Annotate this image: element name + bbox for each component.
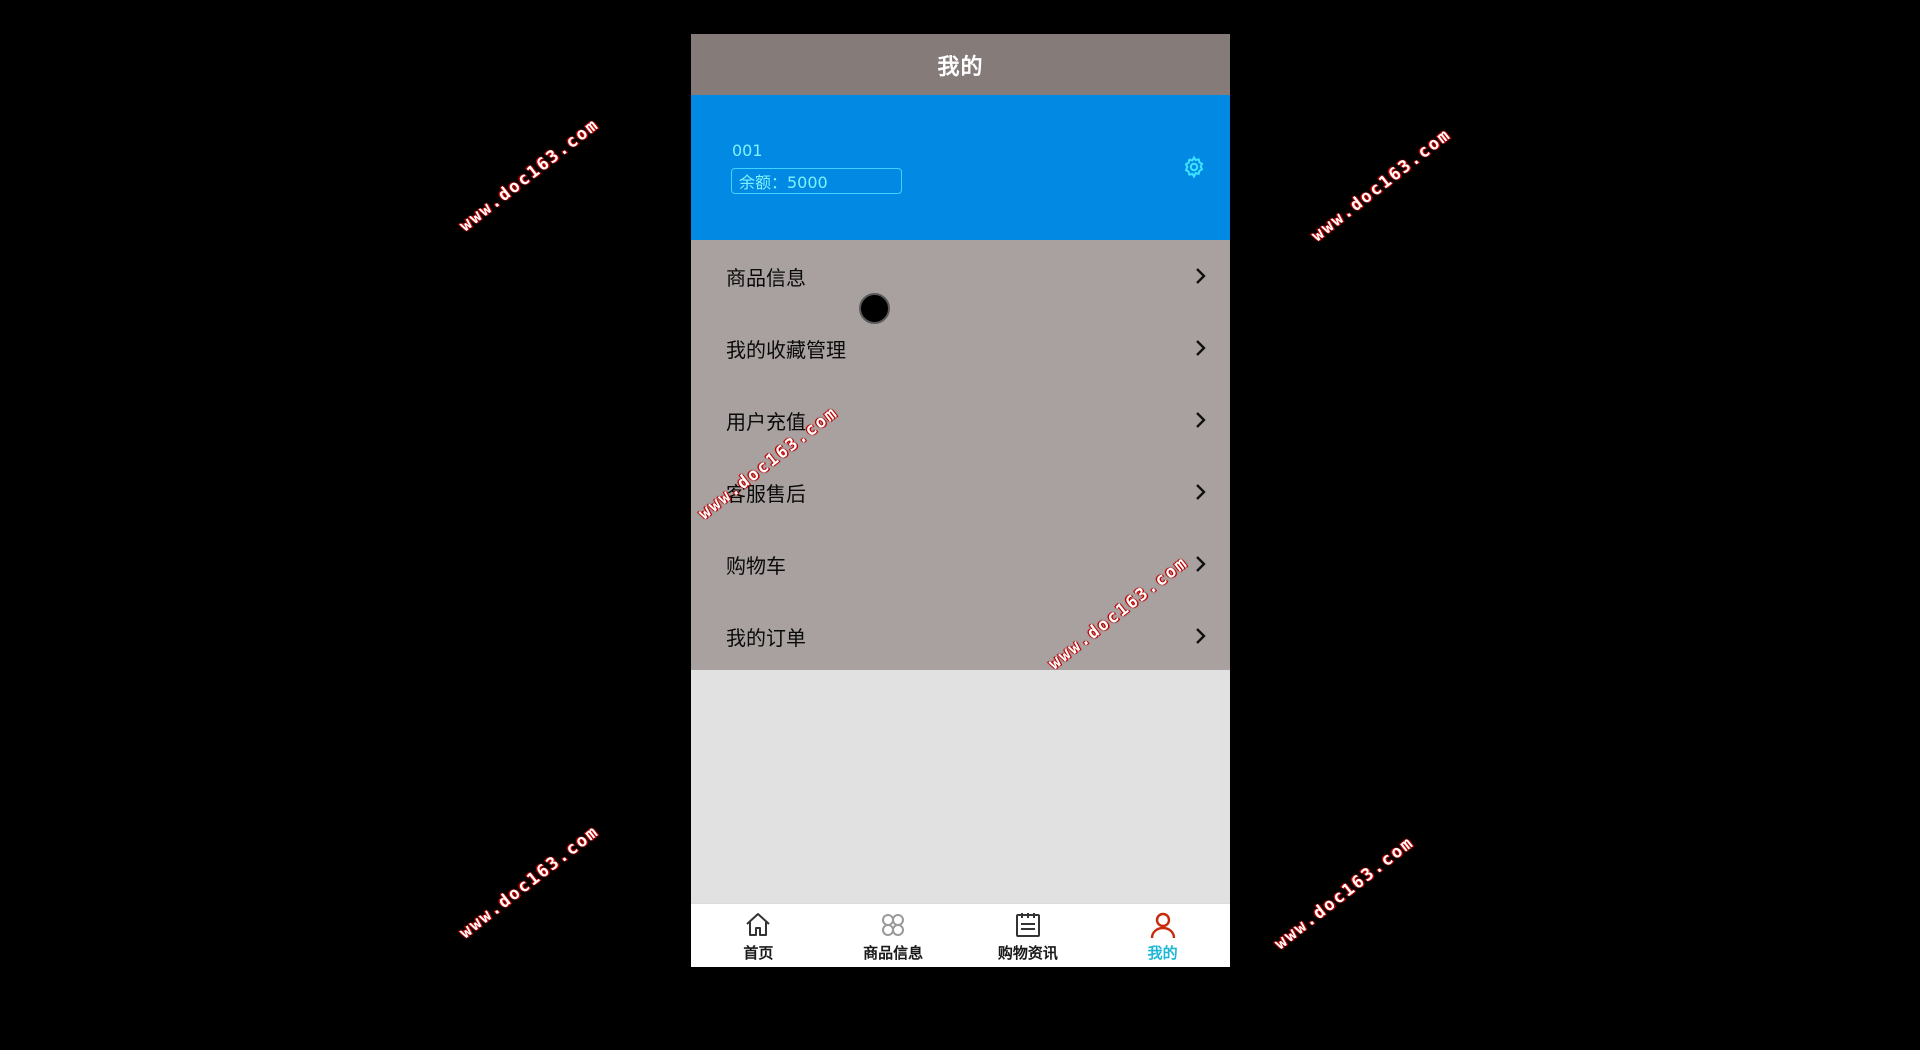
username: 001	[732, 141, 763, 160]
tab-mine[interactable]: 我的	[1095, 904, 1230, 967]
watermark: www.doc163.com	[1270, 832, 1419, 954]
watermark: www.doc163.com	[455, 821, 604, 943]
menu-item-favorites[interactable]: 我的收藏管理	[691, 312, 1230, 384]
home-icon	[746, 913, 771, 936]
chevron-right-icon	[1196, 340, 1206, 356]
tab-news[interactable]: 购物资讯	[961, 904, 1096, 967]
menu-item-orders[interactable]: 我的订单	[691, 600, 1230, 672]
gear-icon[interactable]	[1182, 155, 1206, 179]
touch-indicator	[859, 293, 890, 324]
menu-item-products[interactable]: 商品信息	[691, 240, 1230, 312]
chevron-right-icon	[1196, 556, 1206, 572]
screen: www.doc163.com www.doc163.com www.doc163…	[0, 0, 1920, 1050]
menu-item-label: 商品信息	[726, 265, 806, 290]
menu-item-recharge[interactable]: 用户充值	[691, 384, 1230, 456]
tab-label: 商品信息	[863, 944, 924, 962]
user-icon	[1150, 912, 1175, 939]
menu-item-label: 我的订单	[726, 625, 806, 650]
tab-label: 我的	[1147, 944, 1178, 962]
menu-item-label: 购物车	[726, 553, 786, 578]
page-title: 我的	[937, 54, 984, 80]
nav-bar: 我的	[691, 34, 1230, 95]
chevron-right-icon	[1196, 484, 1206, 500]
chevron-right-icon	[1196, 628, 1206, 644]
tab-products[interactable]: 商品信息	[826, 904, 961, 967]
watermark: www.doc163.com	[455, 114, 604, 236]
balance-badge: 余额：5000	[731, 168, 902, 194]
tab-home[interactable]: 首页	[691, 904, 826, 967]
news-icon	[1015, 913, 1040, 937]
chevron-right-icon	[1196, 268, 1206, 284]
watermark: www.doc163.com	[1307, 124, 1456, 246]
chevron-right-icon	[1196, 412, 1206, 428]
profile-card: 001 余额：5000	[691, 95, 1230, 240]
clover-icon	[882, 914, 905, 936]
menu-item-label: 我的收藏管理	[726, 337, 846, 362]
tab-label: 首页	[743, 944, 774, 962]
tab-label: 购物资讯	[997, 944, 1058, 962]
phone-screen: 我的 001 余额：5000 商品信息 我的收藏管理 用户充值 客服售后 购物车…	[691, 34, 1230, 967]
tab-bar: 首页 商品信息 购物资讯 我的	[691, 903, 1230, 967]
